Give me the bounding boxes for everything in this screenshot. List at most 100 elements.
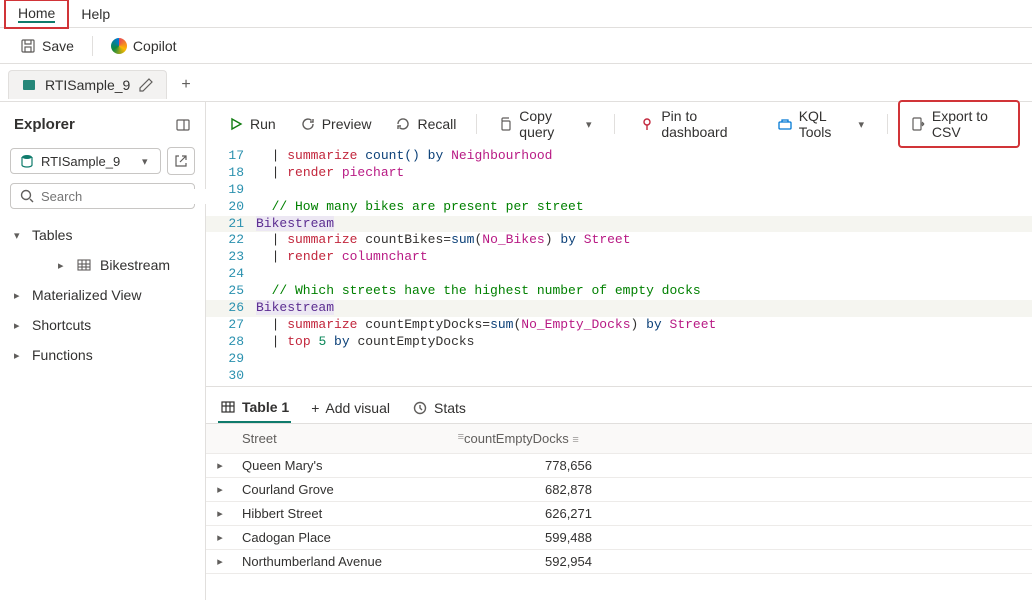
panel-icon[interactable] — [175, 117, 191, 133]
database-icon — [19, 153, 35, 169]
code-line[interactable]: 22 | summarize countBikes=sum(No_Bikes) … — [206, 232, 1032, 249]
tree-label: Functions — [32, 347, 93, 363]
tree-label: Tables — [32, 227, 72, 243]
line-number: 29 — [206, 351, 256, 368]
search-box[interactable] — [10, 183, 195, 209]
results-tab-table[interactable]: Table 1 — [218, 393, 291, 423]
col-count[interactable]: countEmptyDocks ≡ — [464, 431, 604, 446]
copy-query-button[interactable]: Copy query ▾ — [487, 102, 604, 146]
menu-home[interactable]: Home — [4, 0, 69, 29]
code-line[interactable]: 19 — [206, 182, 1032, 199]
cell-street: Hibbert Street — [234, 506, 464, 521]
expand-row-icon[interactable]: ▸ — [206, 507, 234, 520]
line-number: 25 — [206, 283, 256, 300]
line-number: 24 — [206, 266, 256, 283]
export-csv-button[interactable]: Export to CSV — [898, 100, 1020, 148]
chevron-right-icon: ▸ — [58, 259, 68, 272]
tree-matview[interactable]: ▸ Materialized View — [10, 281, 195, 309]
table-row[interactable]: ▸Northumberland Avenue592,954 — [206, 550, 1032, 574]
separator — [887, 114, 888, 134]
export-label: Export to CSV — [932, 108, 1008, 140]
new-tab-button[interactable]: + — [173, 70, 198, 100]
export-icon — [910, 116, 926, 132]
queryset-icon — [21, 77, 37, 93]
code-line[interactable]: 23 | render columnchart — [206, 249, 1032, 266]
separator — [476, 114, 477, 134]
separator — [614, 114, 615, 134]
run-button[interactable]: Run — [218, 110, 286, 138]
copilot-button[interactable]: Copilot — [103, 34, 185, 58]
cell-street: Queen Mary's — [234, 458, 464, 473]
preview-button[interactable]: Preview — [290, 110, 382, 138]
line-number: 30 — [206, 368, 256, 385]
code-editor[interactable]: 17 | summarize count() by Neighbourhood1… — [206, 146, 1032, 386]
code-line[interactable]: 20 // How many bikes are present per str… — [206, 199, 1032, 216]
edit-icon[interactable] — [138, 77, 154, 93]
grid-icon — [220, 399, 236, 415]
save-label: Save — [42, 38, 74, 54]
expand-row-icon[interactable]: ▸ — [206, 459, 234, 472]
open-external-button[interactable] — [167, 147, 195, 175]
tree-label: Bikestream — [100, 257, 170, 273]
code-line[interactable]: 24 — [206, 266, 1032, 283]
history-icon — [395, 116, 411, 132]
table-row[interactable]: ▸Courland Grove682,878 — [206, 478, 1032, 502]
col-street[interactable]: Street ≡ — [234, 431, 464, 446]
code-line[interactable]: 29 — [206, 351, 1032, 368]
editor-content: Run Preview Recall Copy query ▾ Pin to d… — [206, 102, 1032, 600]
play-icon — [228, 116, 244, 132]
expand-row-icon[interactable]: ▸ — [206, 483, 234, 496]
search-input[interactable] — [41, 189, 217, 204]
table-row[interactable]: ▸Queen Mary's778,656 — [206, 454, 1032, 478]
cell-count: 626,271 — [464, 506, 604, 521]
results-tab-addvisual[interactable]: + Add visual — [309, 394, 392, 422]
plus-icon: + — [311, 400, 319, 416]
kql-label: KQL Tools — [799, 108, 853, 140]
line-number: 27 — [206, 317, 256, 334]
tree-functions[interactable]: ▸ Functions — [10, 341, 195, 369]
column-handle-icon[interactable]: ≡ — [572, 434, 578, 446]
code-line[interactable]: 21Bikestream — [206, 216, 1032, 233]
copy-label: Copy query — [519, 108, 580, 140]
table-row[interactable]: ▸Hibbert Street626,271 — [206, 502, 1032, 526]
cell-count: 599,488 — [464, 530, 604, 545]
code-line[interactable]: 25 // Which streets have the highest num… — [206, 283, 1032, 300]
file-tab[interactable]: RTISample_9 — [8, 70, 167, 99]
code-line[interactable]: 27 | summarize countEmptyDocks=sum(No_Em… — [206, 317, 1032, 334]
pin-dashboard-button[interactable]: Pin to dashboard — [629, 102, 762, 146]
code-line[interactable]: 26Bikestream — [206, 300, 1032, 317]
tree-label: Shortcuts — [32, 317, 91, 333]
expand-row-icon[interactable]: ▸ — [206, 555, 234, 568]
code-line[interactable]: 18 | render piechart — [206, 165, 1032, 182]
tools-icon — [777, 116, 793, 132]
tree-shortcuts[interactable]: ▸ Shortcuts — [10, 311, 195, 339]
tree-bikestream[interactable]: ▸ Bikestream — [10, 251, 195, 279]
recall-button[interactable]: Recall — [385, 110, 466, 138]
save-button[interactable]: Save — [12, 34, 82, 58]
tree-tables[interactable]: ▾ Tables — [10, 221, 195, 249]
code-line[interactable]: 28 | top 5 by countEmptyDocks — [206, 334, 1032, 351]
stats-icon — [412, 400, 428, 416]
action-bar: Save Copilot — [0, 28, 1032, 64]
explorer-sidebar: Explorer RTISample_9 ▾ ▾ Tables — [0, 102, 206, 600]
line-number: 22 — [206, 232, 256, 249]
code-line[interactable]: 30 — [206, 368, 1032, 385]
results-tab-bar: Table 1 + Add visual Stats — [206, 386, 1032, 423]
kql-tools-button[interactable]: KQL Tools ▾ — [767, 102, 877, 146]
menu-help[interactable]: Help — [69, 2, 122, 26]
results-grid: Street ≡ countEmptyDocks ≡ ▸Queen Mary's… — [206, 423, 1032, 574]
database-selector[interactable]: RTISample_9 ▾ — [10, 148, 161, 174]
code-line[interactable]: 17 | summarize count() by Neighbourhood — [206, 148, 1032, 165]
line-number: 19 — [206, 182, 256, 199]
preview-label: Preview — [322, 116, 372, 132]
line-number: 26 — [206, 300, 256, 317]
separator — [92, 36, 93, 56]
copilot-label: Copilot — [133, 38, 177, 54]
grid-header: Street ≡ countEmptyDocks ≡ — [206, 424, 1032, 454]
results-tab-stats[interactable]: Stats — [410, 394, 468, 422]
expand-row-icon[interactable]: ▸ — [206, 531, 234, 544]
tab-label: Table 1 — [242, 399, 289, 415]
table-row[interactable]: ▸Cadogan Place599,488 — [206, 526, 1032, 550]
explorer-title: Explorer — [14, 116, 75, 133]
query-toolbar: Run Preview Recall Copy query ▾ Pin to d… — [206, 102, 1032, 146]
